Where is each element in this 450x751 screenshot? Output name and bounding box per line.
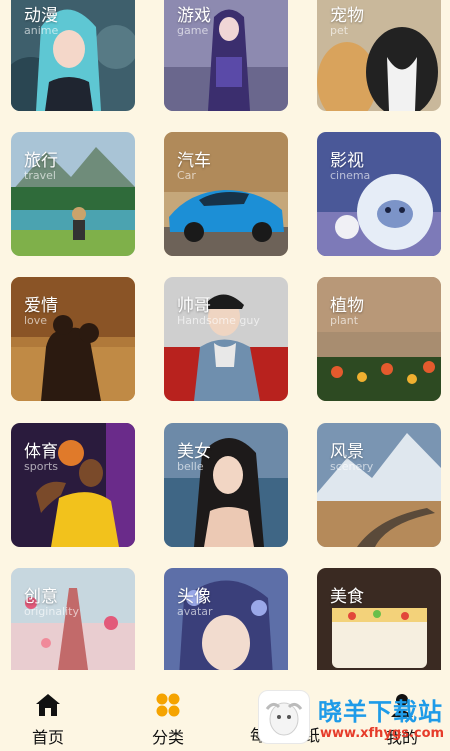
category-card-belle[interactable]: 美女 belle (164, 423, 288, 547)
tab-category[interactable]: 分类 (138, 692, 198, 748)
watermark-title: 晓羊下载站 (318, 698, 443, 726)
category-title: 爱情 (24, 296, 58, 316)
category-card-originality[interactable]: 创意 originality (11, 568, 135, 670)
category-subtitle: Car (177, 169, 196, 182)
category-subtitle: belle (177, 460, 204, 473)
tab-home-label: 首页 (31, 728, 64, 747)
category-card-scenery[interactable]: 风景 scenery (317, 423, 441, 547)
home-icon (36, 694, 60, 716)
category-title: 动漫 (24, 6, 58, 26)
category-subtitle: anime (24, 24, 59, 37)
category-title: 影视 (330, 151, 364, 171)
category-title: 旅行 (24, 151, 58, 171)
category-title: 美女 (177, 442, 211, 462)
category-title: 帅哥 (177, 296, 211, 316)
category-subtitle: scenery (330, 460, 374, 473)
category-subtitle: Handsome guy (177, 314, 260, 327)
category-subtitle: avatar (177, 605, 213, 618)
category-subtitle: plant (330, 314, 359, 327)
category-card-handsome[interactable]: 帅哥 Handsome guy (164, 277, 288, 401)
category-card-cinema[interactable]: 影视 cinema (317, 132, 441, 256)
category-subtitle: travel (24, 169, 56, 182)
category-title: 宠物 (330, 6, 364, 26)
category-subtitle: pet (330, 24, 349, 37)
category-subtitle: love (24, 314, 48, 327)
category-grid: 动漫 anime 游戏 game 宠物 pet 旅行 travel 汽车 Car… (0, 0, 450, 670)
category-card-game[interactable]: 游戏 game (164, 0, 288, 111)
category-card-pet[interactable]: 宠物 pet (317, 0, 441, 111)
watermark-logo (258, 690, 310, 744)
tab-category-label: 分类 (151, 728, 184, 747)
category-subtitle: cinema (330, 169, 371, 182)
category-title: 植物 (330, 296, 364, 316)
category-card-plant[interactable]: 植物 plant (317, 277, 441, 401)
tab-home[interactable]: 首页 (18, 692, 78, 748)
category-card-avatar[interactable]: 头像 avatar (164, 568, 288, 670)
watermark: 晓羊下载站 www.xfhygs.com (258, 690, 450, 751)
category-title: 体育 (24, 442, 58, 462)
category-title: 美食 (330, 587, 364, 607)
category-grid-icon (156, 693, 180, 717)
watermark-url: www.xfhygs.com (320, 726, 445, 741)
category-card-car[interactable]: 汽车 Car (164, 132, 288, 256)
sheep-logo-icon (265, 702, 303, 736)
category-card-anime[interactable]: 动漫 anime (11, 0, 135, 111)
category-title: 汽车 (177, 151, 211, 171)
category-subtitle: sports (24, 460, 59, 473)
category-subtitle: game (177, 24, 209, 37)
category-card-sports[interactable]: 体育 sports (11, 423, 135, 547)
category-card-travel[interactable]: 旅行 travel (11, 132, 135, 256)
category-card-love[interactable]: 爱情 love (11, 277, 135, 401)
category-title: 头像 (177, 587, 211, 607)
category-card-food[interactable]: 美食 (317, 568, 441, 670)
category-title: 风景 (330, 442, 364, 462)
category-subtitle: originality (24, 605, 79, 618)
category-title: 游戏 (177, 6, 211, 26)
category-title: 创意 (24, 587, 58, 607)
